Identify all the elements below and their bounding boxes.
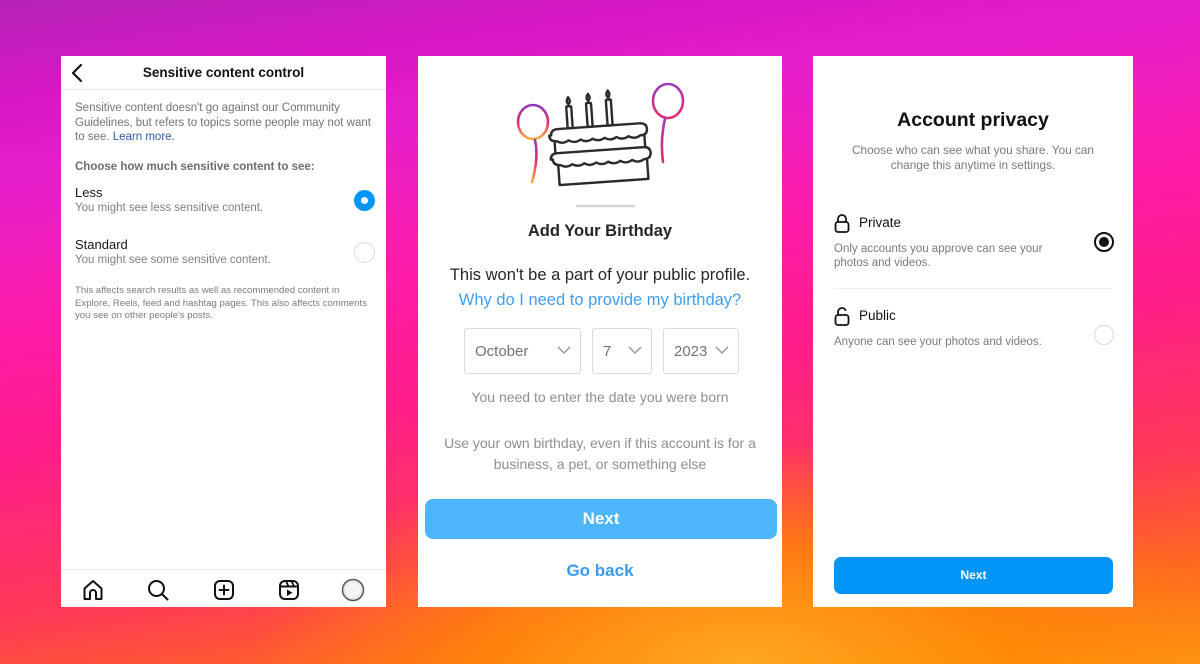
radio-public[interactable] [1094,325,1114,345]
sensitive-content-screen: Sensitive content control Sensitive cont… [61,56,386,607]
year-value: 2023 [674,343,708,360]
divider [834,288,1112,289]
lock-icon [834,214,850,233]
need-date-text: You need to enter the date you were born [471,389,729,405]
page-title: Account privacy [897,109,1049,131]
chevron-down-icon [628,346,642,355]
balloon-left-icon [516,103,550,184]
profile-avatar[interactable] [341,578,365,602]
create-icon[interactable] [212,578,236,602]
intro-text: Sensitive content doesn't go against our… [75,101,375,145]
learn-more-link[interactable]: Learn more. [113,131,175,143]
option-description: Only accounts you approve can see your p… [834,243,1043,269]
month-value: October [475,343,529,360]
unlock-icon [834,307,850,326]
radio-standard[interactable] [354,242,375,263]
option-description: Anyone can see your photos and videos. [834,336,1042,348]
option-label: Less [75,185,103,200]
reels-icon[interactable] [277,578,301,602]
year-select[interactable]: 2023 [663,328,739,374]
account-privacy-screen: Account privacy Choose who can see what … [813,56,1133,607]
chevron-down-icon [715,346,729,355]
option-label: Standard [75,237,128,252]
use-own-birthday-text: Use your own birthday, even if this acco… [444,435,756,472]
affects-note: This affects search results as well as r… [75,285,367,321]
chevron-down-icon [557,346,571,355]
option-public[interactable]: Public Anyone can see your photos and vi… [834,306,1114,356]
option-description: You might see some sensitive content. [75,254,271,266]
why-birthday-link[interactable]: Why do I need to provide my birthday? [418,291,782,310]
bottom-nav [61,569,386,607]
balloon-right-icon [651,82,685,164]
birthday-screen: Add Your Birthday This won't be a part o… [418,56,782,607]
option-description: You might see less sensitive content. [75,202,264,214]
day-select[interactable]: 7 [592,328,652,374]
option-label: Public [859,308,896,323]
page-title: Sensitive content control [142,65,305,80]
option-standard[interactable]: Standard You might see some sensitive co… [75,237,375,273]
birthday-cake-illustration [516,82,685,208]
search-icon[interactable] [146,578,170,602]
month-select[interactable]: October [464,328,581,374]
public-note: This won't be a part of your public prof… [449,266,751,284]
next-button[interactable]: Next [834,557,1113,594]
option-private[interactable]: Private Only accounts you approve can se… [834,213,1114,273]
next-button[interactable]: Next [425,499,777,539]
radio-private-selected[interactable] [1094,232,1114,252]
go-back-link[interactable]: Go back [418,561,782,581]
choose-label: Choose how much sensitive content to see… [75,161,315,173]
day-value: 7 [603,343,612,360]
option-less[interactable]: Less You might see less sensitive conten… [75,185,375,221]
option-label: Private [859,215,902,230]
home-icon[interactable] [81,578,105,602]
page-title: Add Your Birthday [527,222,673,240]
subtitle: Choose who can see what you share. You c… [851,143,1094,172]
radio-less-selected[interactable] [354,190,375,211]
header-bar: Sensitive content control [61,56,386,90]
